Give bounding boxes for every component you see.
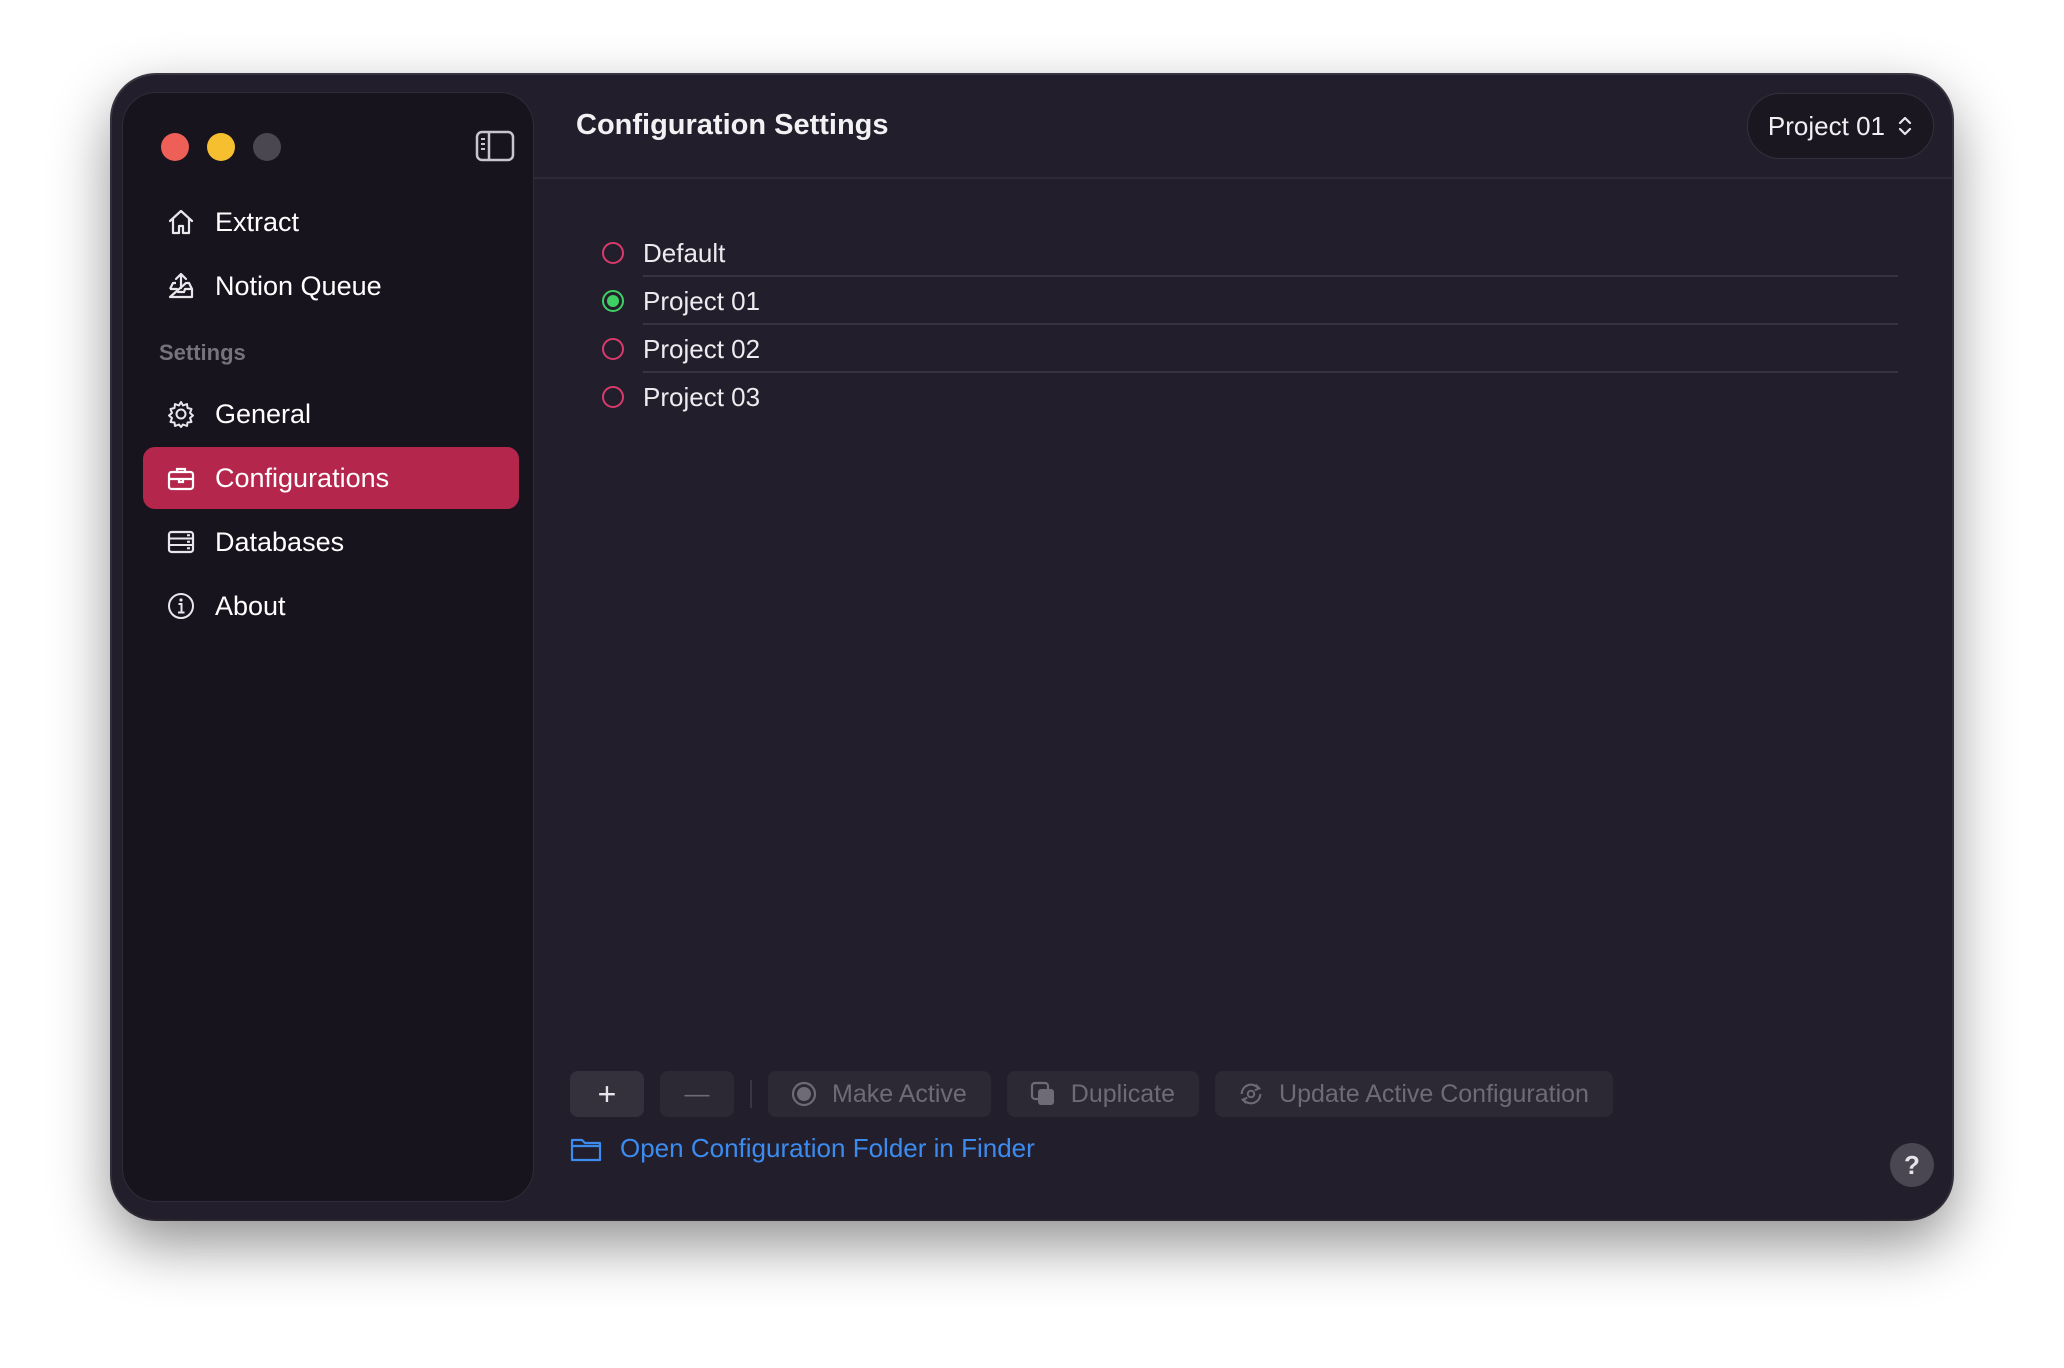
- sidebar-item-label: Extract: [215, 206, 300, 237]
- sidebar-toggle-icon[interactable]: [475, 130, 515, 162]
- upload-tray-icon: [165, 270, 197, 302]
- duplicate-label: Duplicate: [1070, 1079, 1176, 1108]
- sidebar-item-label: Configurations: [215, 462, 390, 493]
- app-window: Extract Notion Queue Settings General Co…: [112, 75, 1952, 1219]
- question-mark-icon: ?: [1904, 1149, 1920, 1180]
- radio-button[interactable]: [602, 338, 624, 360]
- sidebar-item-about[interactable]: About: [143, 575, 519, 637]
- close-button[interactable]: [161, 133, 189, 161]
- info-icon: [165, 590, 197, 622]
- configuration-row-project-02[interactable]: Project 02: [602, 325, 1898, 373]
- database-icon: [165, 526, 197, 558]
- plus-icon: +: [597, 1075, 617, 1112]
- sidebar-item-label: Notion Queue: [215, 270, 382, 301]
- minus-icon: —: [684, 1079, 710, 1108]
- sidebar-item-general[interactable]: General: [143, 383, 519, 445]
- sidebar-item-extract[interactable]: Extract: [143, 191, 519, 253]
- remove-button[interactable]: —: [660, 1071, 734, 1117]
- radio-button-selected[interactable]: [602, 290, 624, 312]
- duplicate-button[interactable]: Duplicate: [1006, 1071, 1200, 1117]
- toolbar-separator: [750, 1080, 752, 1108]
- configuration-toolbar: + — Make Active Duplicate Update Active …: [570, 1071, 1629, 1117]
- configuration-list: Default Project 01 Project 02 Project 03: [602, 229, 1898, 421]
- help-button[interactable]: ?: [1890, 1143, 1934, 1187]
- gear-icon: [165, 398, 197, 430]
- briefcase-icon: [165, 462, 197, 494]
- main-content: Configuration Settings Project 01 Defaul…: [534, 75, 1952, 1219]
- configuration-label: Project 02: [643, 333, 761, 364]
- sidebar-item-databases[interactable]: Databases: [143, 511, 519, 573]
- folder-icon: [570, 1135, 602, 1163]
- minimize-button[interactable]: [207, 133, 235, 161]
- settings-section-label: Settings: [159, 340, 246, 365]
- radio-button[interactable]: [602, 386, 624, 408]
- home-icon: [165, 206, 197, 238]
- sidebar: Extract Notion Queue Settings General Co…: [122, 92, 534, 1202]
- header-divider: [534, 177, 1952, 179]
- radio-button[interactable]: [602, 242, 624, 264]
- project-select[interactable]: Project 01: [1746, 93, 1934, 159]
- sidebar-item-label: Databases: [215, 526, 345, 557]
- zoom-button[interactable]: [253, 133, 281, 161]
- sidebar-item-notion-queue[interactable]: Notion Queue: [143, 255, 519, 317]
- chevron-up-down-icon: [1897, 114, 1913, 138]
- configuration-row-project-01[interactable]: Project 01: [602, 277, 1898, 325]
- configuration-row-default[interactable]: Default: [602, 229, 1898, 277]
- page-title: Configuration Settings: [576, 109, 889, 141]
- configuration-label: Project 03: [643, 381, 761, 412]
- open-config-folder-label: Open Configuration Folder in Finder: [620, 1133, 1035, 1163]
- update-active-configuration-button[interactable]: Update Active Configuration: [1215, 1071, 1613, 1117]
- add-button[interactable]: +: [570, 1071, 644, 1117]
- duplicate-icon: [1029, 1080, 1057, 1108]
- sidebar-item-label: General: [215, 398, 312, 429]
- make-active-label: Make Active: [832, 1079, 967, 1108]
- update-active-configuration-label: Update Active Configuration: [1279, 1079, 1589, 1108]
- sidebar-item-configurations[interactable]: Configurations: [143, 447, 519, 509]
- configuration-label: Default: [643, 237, 726, 268]
- radio-filled-icon: [790, 1080, 818, 1108]
- open-config-folder-link[interactable]: Open Configuration Folder in Finder: [570, 1133, 1035, 1164]
- project-select-value: Project 01: [1767, 110, 1885, 141]
- gear-sync-icon: [1237, 1080, 1265, 1108]
- sidebar-item-label: About: [215, 590, 286, 621]
- configuration-label: Project 01: [643, 285, 761, 316]
- make-active-button[interactable]: Make Active: [768, 1071, 991, 1117]
- configuration-row-project-03[interactable]: Project 03: [602, 373, 1898, 421]
